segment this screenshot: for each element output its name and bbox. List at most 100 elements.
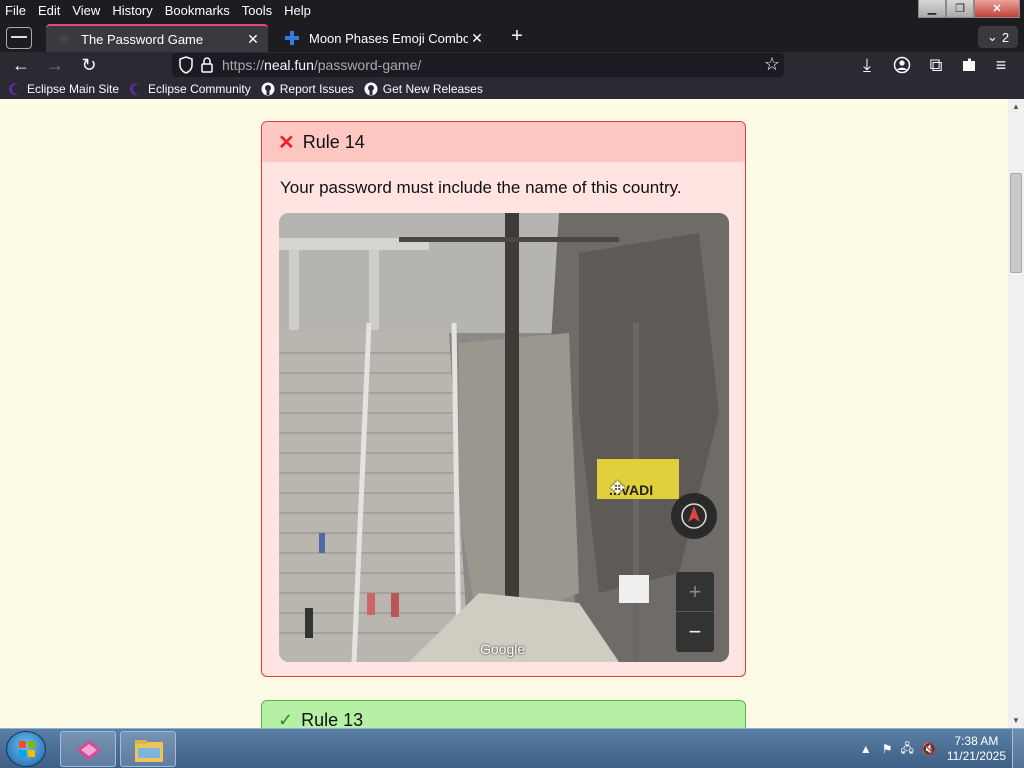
bookmark-eclipse-community[interactable]: Eclipse Community xyxy=(129,82,251,96)
minimize-icon: ▁ xyxy=(927,3,937,15)
clock[interactable]: 7:38 AM 11/21/2025 xyxy=(947,734,1006,764)
password-game-favicon-icon xyxy=(56,31,72,47)
plus-icon: + xyxy=(511,25,523,47)
volume-muted-icon[interactable]: 🔇 xyxy=(922,742,937,756)
tab-moon-phases[interactable]: Moon Phases Emoji Combos | ✕ xyxy=(274,24,492,52)
rule-14-card: ✕ Rule 14 Your password must include the… xyxy=(261,121,746,677)
close-tab-icon[interactable]: ✕ xyxy=(244,31,262,48)
tab-count: 2 xyxy=(1001,29,1010,45)
shield-icon[interactable] xyxy=(178,56,194,77)
menu-tools[interactable]: Tools xyxy=(236,3,278,18)
forward-arrow-icon: → xyxy=(46,55,64,75)
menu-view[interactable]: View xyxy=(66,3,106,18)
folder-icon xyxy=(135,740,163,762)
bookmark-label: Get New Releases xyxy=(382,81,483,96)
downloads-button[interactable]: ⤓ xyxy=(856,54,878,76)
github-icon xyxy=(261,82,275,96)
new-tab-button[interactable]: + xyxy=(506,26,528,48)
puzzle-icon: ⧉ xyxy=(929,55,943,75)
zoom-in-button[interactable]: + xyxy=(676,572,714,612)
tab-strip: The Password Game ✕ Moon Phases Emoji Co… xyxy=(0,20,1024,52)
hamburger-icon: ≡ xyxy=(995,55,1007,75)
account-button[interactable] xyxy=(891,54,913,76)
compass-button[interactable] xyxy=(671,493,717,539)
lock-icon[interactable] xyxy=(200,56,214,77)
chevron-down-icon: ⌄ xyxy=(986,29,998,44)
bookmark-label: Report Issues xyxy=(279,81,354,96)
reload-button[interactable]: ↻ xyxy=(78,54,100,76)
taskbar-app-explorer[interactable] xyxy=(120,731,176,767)
google-logo: Google xyxy=(480,641,526,657)
forward-button[interactable]: → xyxy=(44,54,66,76)
minimize-button[interactable]: ▁ xyxy=(918,0,946,18)
extensions-button[interactable]: ⧉ xyxy=(925,54,947,76)
eclipse-icon xyxy=(8,82,22,96)
bookmark-label: Eclipse Main Site xyxy=(27,81,120,96)
reload-icon: ↻ xyxy=(81,55,97,75)
bookmark-get-new-releases[interactable]: Get New Releases xyxy=(364,82,483,96)
app-menu-button[interactable]: ≡ xyxy=(990,54,1012,76)
firefox-view-button[interactable] xyxy=(6,27,32,49)
plus-favicon-icon xyxy=(284,30,300,46)
scrollbar-thumb[interactable] xyxy=(1010,173,1022,273)
show-hidden-icons-icon[interactable]: ▲ xyxy=(860,742,872,756)
menu-file[interactable]: File xyxy=(0,3,32,18)
bookmark-report-issues[interactable]: Report Issues xyxy=(261,82,354,96)
browser-app-icon xyxy=(77,740,101,760)
windows-logo-icon xyxy=(19,741,35,757)
bookmark-label: Eclipse Community xyxy=(148,81,251,96)
rule-13-title: Rule 13 xyxy=(301,709,364,729)
extension-icon xyxy=(960,58,978,78)
bookmarks-toolbar: Eclipse Main Site Eclipse Community Repo… xyxy=(0,78,1024,99)
menu-bookmarks[interactable]: Bookmarks xyxy=(159,3,236,18)
zoom-out-button[interactable]: − xyxy=(676,612,714,652)
back-arrow-icon: ← xyxy=(12,55,30,75)
action-center-flag-icon[interactable]: ⚑ xyxy=(882,742,893,756)
window-controls: ▁ ❐ ✕ xyxy=(918,0,1020,18)
fail-x-icon: ✕ xyxy=(278,131,295,154)
pass-check-icon: ✓ xyxy=(278,709,294,729)
bookmark-star-icon[interactable]: ☆ xyxy=(764,54,780,75)
tab-label: Moon Phases Emoji Combos | xyxy=(309,30,468,46)
list-all-tabs-button[interactable]: ⌄ 2 xyxy=(978,26,1018,48)
rule-14-title: Rule 14 xyxy=(302,131,365,152)
account-icon xyxy=(893,56,911,78)
tab-label: The Password Game xyxy=(81,31,204,47)
clock-time: 7:38 AM xyxy=(954,734,999,748)
navigation-bar: ← → ↻ https://neal.fun/password-game/ ☆ … xyxy=(0,52,1024,78)
rule-13-card: ✓ Rule 13 xyxy=(261,700,746,728)
start-button[interactable] xyxy=(6,731,46,767)
restore-icon: ❐ xyxy=(955,3,965,15)
clock-date: 11/21/2025 xyxy=(946,749,1006,763)
url-bar[interactable]: https://neal.fun/password-game/ ☆ xyxy=(172,53,784,77)
eclipse-icon xyxy=(129,82,144,96)
compass-icon xyxy=(681,503,707,529)
tab-password-game[interactable]: The Password Game ✕ xyxy=(46,24,268,52)
page-content: ✕ Rule 14 Your password must include the… xyxy=(0,99,1008,728)
taskbar-app-firefox[interactable] xyxy=(60,731,116,767)
system-tray: ▲ ⚑ 🖧 🔇 7:38 AM 11/21/2025 xyxy=(860,733,1006,765)
close-icon: ✕ xyxy=(992,3,1002,15)
restore-button[interactable]: ❐ xyxy=(946,0,974,18)
move-cursor-icon: ✥ xyxy=(610,478,626,498)
back-button[interactable]: ← xyxy=(10,54,32,76)
close-window-button[interactable]: ✕ xyxy=(974,0,1020,18)
extension-button[interactable] xyxy=(958,54,980,76)
street-view-image[interactable]: ...VADI + − Google ✥ xyxy=(279,213,729,662)
menu-edit[interactable]: Edit xyxy=(32,3,66,18)
zoom-controls: + − xyxy=(676,572,714,652)
bookmark-eclipse-main-site[interactable]: Eclipse Main Site xyxy=(8,82,119,96)
menu-bar: File Edit View History Bookmarks Tools H… xyxy=(0,0,1024,20)
menu-history[interactable]: History xyxy=(106,3,158,18)
show-desktop-button[interactable] xyxy=(1012,729,1024,768)
download-icon: ⤓ xyxy=(863,55,871,75)
scroll-up-arrow-icon[interactable]: ▲ xyxy=(1012,102,1020,111)
taskbar: ▲ ⚑ 🖧 🔇 7:38 AM 11/21/2025 xyxy=(0,728,1024,768)
github-icon xyxy=(364,82,378,96)
rule-14-text: Your password must include the name of t… xyxy=(280,178,682,197)
scroll-down-arrow-icon[interactable]: ▼ xyxy=(1012,716,1020,725)
close-tab-icon[interactable]: ✕ xyxy=(468,30,486,47)
vertical-scrollbar[interactable]: ▲ ▼ xyxy=(1008,99,1024,728)
menu-help[interactable]: Help xyxy=(278,3,317,18)
network-icon[interactable]: 🖧 xyxy=(900,739,913,760)
